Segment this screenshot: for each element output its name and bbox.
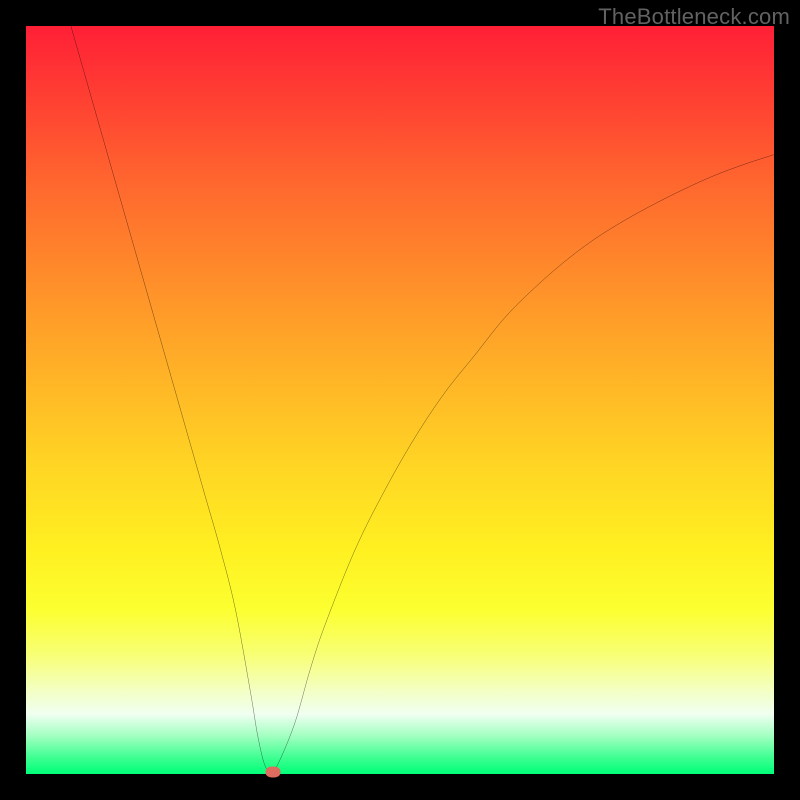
- plot-area: [26, 26, 774, 774]
- watermark-text: TheBottleneck.com: [598, 4, 790, 30]
- chart-frame: TheBottleneck.com: [0, 0, 800, 800]
- min-point-marker: [265, 766, 280, 777]
- curve-svg: [26, 26, 774, 774]
- bottleneck-curve: [71, 26, 774, 771]
